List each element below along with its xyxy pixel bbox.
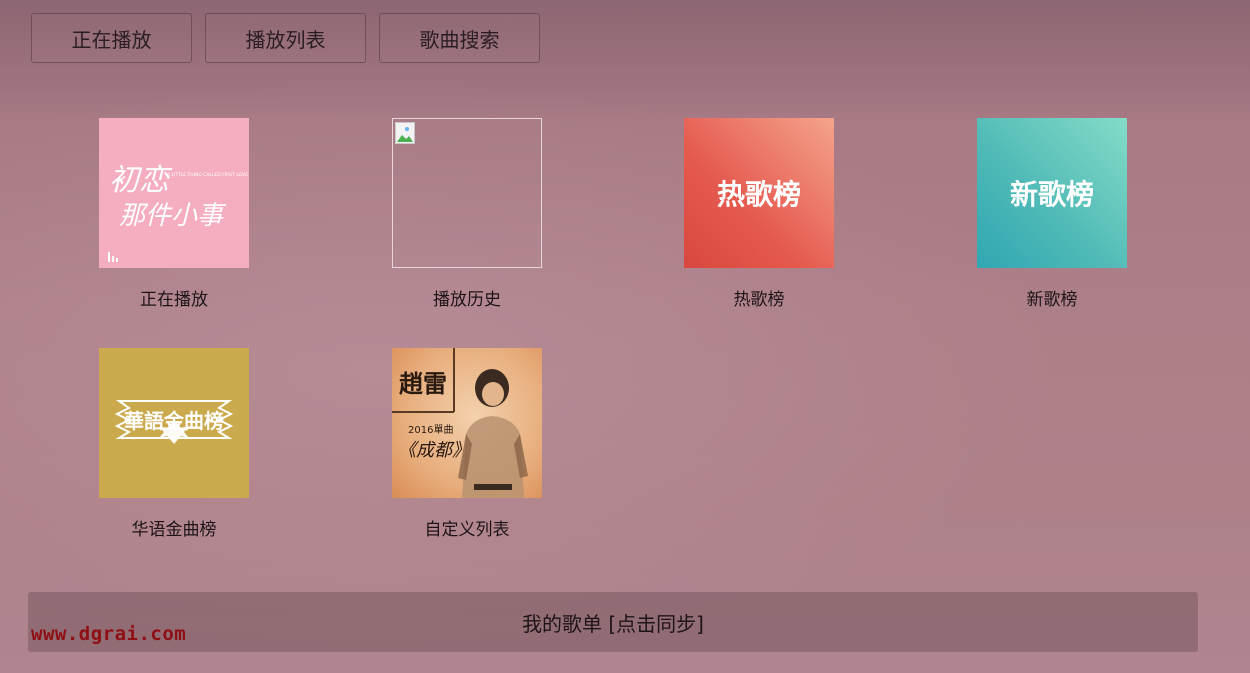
- card-label: 新歌榜: [1026, 290, 1078, 310]
- tab-song-search[interactable]: 歌曲搜索: [379, 13, 540, 63]
- zhao-lei-artwork: 趙雷 2016單曲 《成都》: [392, 348, 528, 498]
- gold-chart-artwork: 華語金曲榜: [114, 400, 234, 444]
- my-playlist-sync-button[interactable]: 我的歌单 [点击同步]: [28, 592, 1198, 652]
- cover-new-chart[interactable]: 新歌榜: [977, 118, 1127, 268]
- cover-custom-list[interactable]: 趙雷 2016單曲 《成都》: [392, 348, 542, 498]
- card-label: 热歌榜: [733, 290, 785, 310]
- cover-hot-chart[interactable]: 热歌榜: [684, 118, 834, 268]
- cover-chinese-gold-chart[interactable]: 華語金曲榜: [99, 348, 249, 498]
- card-label: 自定义列表: [424, 520, 510, 540]
- cover-song: 《成都》: [398, 440, 470, 461]
- broken-image-icon: [395, 122, 415, 144]
- cover-now-playing[interactable]: 初恋 那件小事 A LITTLE THING CALLED FIRST LOVE: [99, 118, 249, 268]
- tab-playlist[interactable]: 播放列表: [205, 13, 366, 63]
- cover-sub: A LITTLE THING CALLED FIRST LOVE: [167, 172, 248, 178]
- top-tabs: 正在播放 播放列表 歌曲搜索: [31, 13, 540, 63]
- cover-title: 新歌榜: [1009, 178, 1094, 211]
- cover-artist: 趙雷: [399, 369, 447, 398]
- cover-title: 热歌榜: [716, 178, 801, 211]
- card-now-playing[interactable]: 初恋 那件小事 A LITTLE THING CALLED FIRST LOVE…: [99, 118, 249, 310]
- card-play-history[interactable]: 播放历史: [392, 118, 542, 310]
- watermark: www.dgrai.com: [31, 623, 187, 645]
- card-label: 播放历史: [433, 290, 501, 310]
- cover-line1: 初恋: [109, 163, 173, 198]
- first-love-artwork: 初恋 那件小事 A LITTLE THING CALLED FIRST LOVE: [108, 163, 248, 262]
- cover-line2: 那件小事: [119, 201, 227, 231]
- tab-now-playing[interactable]: 正在播放: [31, 13, 192, 63]
- cover-play-history[interactable]: [392, 118, 542, 268]
- card-hot-chart[interactable]: 热歌榜 热歌榜: [684, 118, 834, 310]
- cover-title: 華語金曲榜: [124, 409, 224, 433]
- card-custom-list[interactable]: 趙雷 2016單曲 《成都》 自定义列表: [392, 348, 542, 540]
- card-chinese-gold-chart[interactable]: 華語金曲榜 华语金曲榜: [99, 348, 249, 540]
- card-label: 正在播放: [140, 290, 208, 310]
- cover-year: 2016單曲: [408, 424, 453, 436]
- card-new-chart[interactable]: 新歌榜 新歌榜: [977, 118, 1127, 310]
- card-label: 华语金曲榜: [131, 520, 217, 540]
